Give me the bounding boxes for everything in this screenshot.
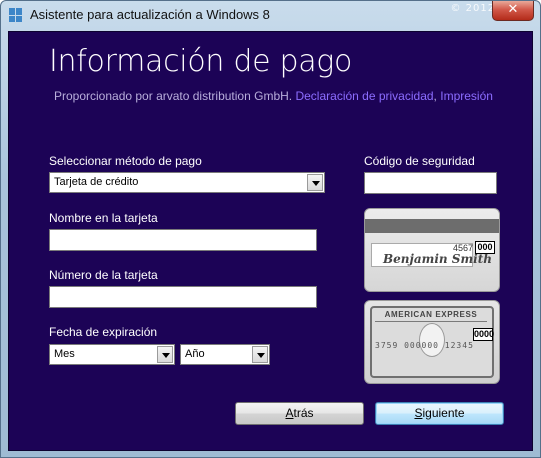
security-code-input[interactable] <box>364 172 497 194</box>
page-title: Información de pago <box>49 44 353 79</box>
payment-method-value: Tarjeta de crédito <box>54 176 139 188</box>
payment-method-select[interactable]: Tarjeta de crédito <box>49 172 325 193</box>
security-code-label: Código de seguridad <box>364 154 475 168</box>
card-number-input[interactable] <box>49 286 317 308</box>
privacy-link[interactable]: Declaración de privacidad <box>295 89 433 103</box>
chevron-down-icon[interactable] <box>157 346 173 363</box>
card-front-illustration: AMERICAN EXPRESS 3759 000000 12345 0000 <box>364 300 500 384</box>
window-title: Asistente para actualización a Windows 8 <box>30 7 270 22</box>
payment-method-label: Seleccionar método de pago <box>49 154 202 168</box>
card-back-digits: 4567 <box>453 243 474 253</box>
windows-logo-icon <box>9 8 23 22</box>
cardholder-name-input[interactable] <box>49 229 317 251</box>
provider-text: Proporcionado por arvato distribution Gm… <box>54 89 293 103</box>
magnetic-stripe <box>365 219 499 233</box>
card-back-cvv: 000 <box>475 241 495 254</box>
brand-divider <box>375 321 487 322</box>
name-label: Nombre en la tarjeta <box>49 211 158 225</box>
chevron-down-icon[interactable] <box>307 174 323 191</box>
next-button[interactable]: Siguiente <box>375 402 504 425</box>
card-front-cvv: 0000 <box>473 328 495 341</box>
back-button-mnemonic: A <box>285 406 294 420</box>
next-button-label: iguiente <box>422 406 465 420</box>
month-value: Mes <box>54 348 75 360</box>
close-button[interactable]: ✕ <box>492 1 534 21</box>
expiration-year-select[interactable]: Año <box>180 344 270 365</box>
card-number-label: Número de la tarjeta <box>49 268 158 282</box>
card-back-illustration: Benjamin Smith 4567 000 <box>364 208 500 292</box>
wizard-content: Información de pago Proporcionado por ar… <box>8 31 533 451</box>
chevron-down-icon[interactable] <box>252 346 268 363</box>
card-brand: AMERICAN EXPRESS <box>384 310 478 319</box>
centurion-icon <box>419 323 445 357</box>
year-value: Año <box>185 348 205 360</box>
link-separator: , <box>433 89 437 103</box>
title-bar[interactable]: Asistente para actualización a Windows 8… <box>1 1 540 31</box>
back-button[interactable]: Atrás <box>235 402 364 425</box>
wizard-window: Asistente para actualización a Windows 8… <box>0 0 541 458</box>
expiration-month-select[interactable]: Mes <box>49 344 175 365</box>
card-front-number: 3759 000000 12345 <box>375 341 474 350</box>
expiration-label: Fecha de expiración <box>49 325 158 339</box>
imprint-link[interactable]: Impresión <box>440 89 493 103</box>
signature-text: Benjamin Smith <box>383 252 492 266</box>
close-icon: ✕ <box>507 2 519 17</box>
back-button-label: trás <box>293 406 314 420</box>
provider-line: Proporcionado por arvato distribution Gm… <box>54 89 493 103</box>
